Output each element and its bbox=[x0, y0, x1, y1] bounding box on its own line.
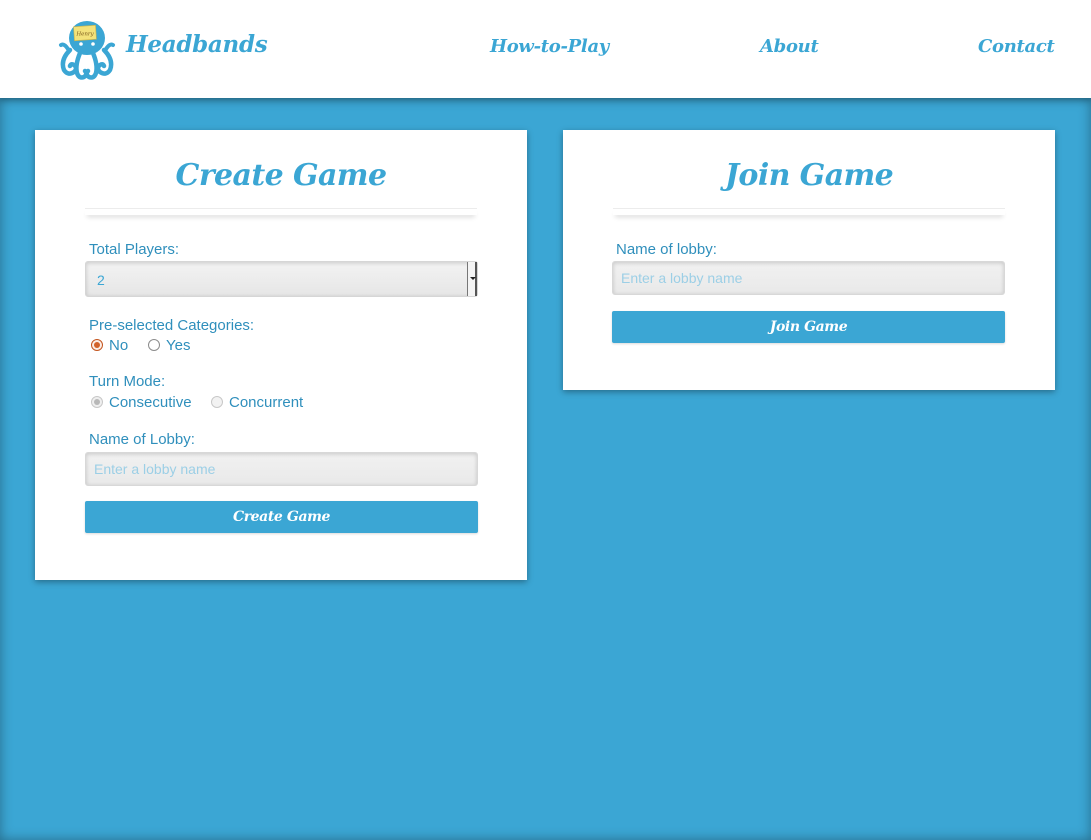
create-game-card: Create Game Total Players: 2 Pre-selecte… bbox=[35, 130, 527, 580]
radio-no[interactable] bbox=[91, 339, 103, 351]
radio-consecutive-label: Consecutive bbox=[109, 394, 192, 411]
create-game-divider bbox=[85, 208, 477, 215]
site-header: Henry Headbands How-to-Play About Contac… bbox=[0, 0, 1091, 98]
radio-yes-label: Yes bbox=[166, 337, 191, 354]
nav-how-to-play[interactable]: How-to-Play bbox=[490, 36, 609, 57]
categories-label: Pre-selected Categories: bbox=[89, 317, 255, 334]
total-players-select[interactable]: 2 bbox=[85, 261, 478, 297]
join-game-card: Join Game Name of lobby: Join Game bbox=[563, 130, 1055, 390]
chevron-down-icon[interactable] bbox=[467, 262, 477, 296]
create-game-button[interactable]: Create Game bbox=[85, 501, 478, 533]
turn-mode-label: Turn Mode: bbox=[89, 373, 166, 390]
join-lobby-name-label: Name of lobby: bbox=[616, 241, 717, 258]
create-lobby-name-label: Name of Lobby: bbox=[89, 431, 195, 448]
radio-no-label: No bbox=[109, 337, 129, 354]
turn-mode-option-concurrent[interactable]: Concurrent bbox=[211, 394, 303, 411]
nav-contact[interactable]: Contact bbox=[978, 36, 1055, 57]
join-game-button[interactable]: Join Game bbox=[612, 311, 1005, 343]
total-players-label: Total Players: bbox=[89, 241, 180, 258]
nav-about[interactable]: About bbox=[760, 36, 819, 57]
create-game-title: Create Game bbox=[175, 158, 387, 193]
create-lobby-name-input[interactable] bbox=[85, 452, 478, 486]
join-game-title: Join Game bbox=[724, 158, 894, 193]
join-lobby-name-input[interactable] bbox=[612, 261, 1005, 295]
brand-name[interactable]: Headbands bbox=[126, 31, 268, 58]
radio-yes[interactable] bbox=[148, 339, 160, 351]
radio-concurrent[interactable] bbox=[211, 396, 223, 408]
radio-consecutive[interactable] bbox=[91, 396, 103, 408]
total-players-value: 2 bbox=[97, 272, 105, 288]
svg-text:Henry: Henry bbox=[75, 32, 94, 38]
turn-mode-option-consecutive[interactable]: Consecutive bbox=[91, 394, 192, 411]
categories-option-yes[interactable]: Yes bbox=[148, 337, 190, 354]
octopus-logo-icon[interactable]: Henry bbox=[58, 16, 116, 82]
categories-option-no[interactable]: No bbox=[91, 337, 128, 354]
join-game-divider bbox=[613, 208, 1005, 215]
radio-concurrent-label: Concurrent bbox=[229, 394, 304, 411]
